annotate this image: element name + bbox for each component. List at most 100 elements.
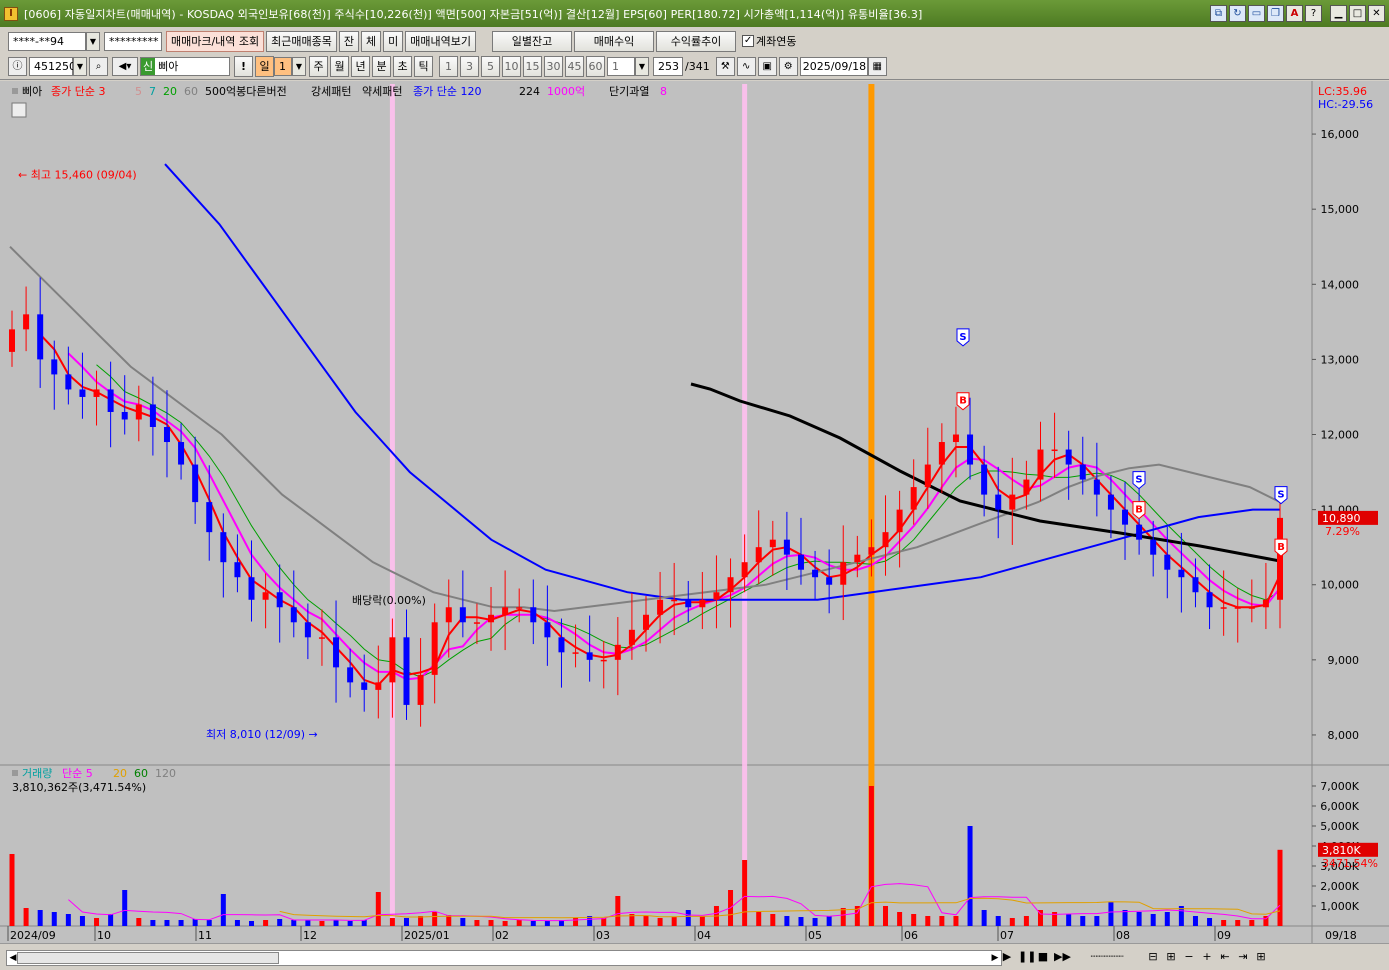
password-input[interactable]: ********* [104,31,162,51]
minute-5-button[interactable]: 5 [481,56,500,77]
stock-name-field[interactable]: 신 삐아 [140,57,230,76]
volume-bar [403,918,409,926]
trade-mark-query-button[interactable]: 매매마크/내역 조회 [166,30,265,52]
minute-15-button[interactable]: 15 [523,56,542,77]
balance-button[interactable]: 잔 [338,30,360,52]
tools-icon[interactable]: ⚒ [715,57,735,76]
candle-body [290,607,297,623]
volume-current-value: 3,810,362주(3,471.54%) [12,781,146,794]
expand-icon[interactable]: ⇥ [1236,949,1250,965]
tab-return-trend[interactable]: 수익률추이 [656,30,737,52]
minute-10-button[interactable]: 10 [502,56,521,77]
link-window-icon[interactable]: ⧉ [1210,5,1227,22]
account-link-checkbox[interactable]: ✓ 계좌연동 [742,33,797,49]
volume-bar [291,920,297,926]
date-input[interactable]: 2025/09/18 [799,57,868,76]
zoom-out-icon[interactable]: ⊟ [1146,949,1160,965]
stock-chart[interactable]: ← 최고 15,460 (09/04) 최저 8,010 (12/09) → 배당락… [0,81,1389,943]
code-lookup-icon[interactable]: ⓘ [8,57,27,76]
volume-bar [756,912,762,926]
candle-body [1136,524,1143,540]
calendar-icon[interactable]: ▦ [867,57,887,76]
maximize-button[interactable]: □ [1349,5,1366,22]
period-month-button[interactable]: 월 [330,56,349,77]
plus-icon[interactable]: + [1200,949,1214,965]
period-week-button[interactable]: 주 [309,56,328,77]
candle-body [826,577,833,585]
minimize-button[interactable]: ▁ [1330,5,1347,22]
speed-slider[interactable]: ┈┈┈┈┈ [1072,949,1142,965]
fast-forward-icon[interactable]: ▶▶ [1054,949,1071,965]
help-icon[interactable]: ? [1305,5,1322,22]
tab-daily-balance[interactable]: 일별잔고 [492,30,573,52]
candle-body [1178,569,1185,578]
period-dropdown-icon[interactable]: ▼ [292,57,306,76]
tab-trade-profit[interactable]: 매매수익 [574,30,655,52]
event-band-pink [389,84,395,926]
copy-icon[interactable]: ❐ [1267,5,1284,22]
x-tick-label: 08 [1116,929,1130,942]
minute-45-button[interactable]: 45 [565,56,584,77]
settings-icon[interactable]: ⚙ [778,57,798,76]
pause-icon[interactable]: ❚❚ [1018,949,1036,965]
period-minute-button[interactable]: 분 [372,56,391,77]
play-icon[interactable]: ▶ [1000,949,1014,965]
period-day-button[interactable]: 일 [255,56,274,77]
grid-toggle-icon [11,102,27,118]
minus-icon[interactable]: − [1182,949,1196,965]
zoom-in-icon[interactable]: ⊞ [1164,949,1178,965]
stop-icon[interactable]: ■ [1036,949,1050,965]
alert-button[interactable]: ! [234,56,253,77]
candle-body [981,464,988,495]
candle-body [558,637,565,653]
shrink-icon[interactable]: ⇤ [1218,949,1232,965]
chart-scrollbar[interactable]: ◀ ▶ ▶ ❚❚ ■ ▶▶ ┈┈┈┈┈ ⊟ ⊞ − + ⇤ ⇥ ⊞ [0,943,1389,970]
recent-trades-button[interactable]: 최근매매종목 [266,30,337,52]
bar-count-input[interactable]: 253 [653,57,683,76]
volume-bar [573,918,579,926]
candle-body [276,592,283,608]
minute-dropdown-icon[interactable]: ▼ [635,57,649,76]
account-input[interactable]: ****-**94 [8,31,86,51]
price-legend-item: 60 [184,85,198,98]
price-legend-item: 약세패턴 [362,84,402,98]
volume-tick-label: 2,000K [1320,880,1359,893]
executed-button[interactable]: 체 [361,30,382,52]
period-tick-button[interactable]: 틱 [414,56,433,77]
period-value-input[interactable]: 1 [274,57,292,76]
minute-3-button[interactable]: 3 [460,56,479,77]
scroll-thumb[interactable] [17,952,279,964]
close-button[interactable]: ✕ [1368,5,1385,22]
candle-body [361,682,368,690]
period-second-button[interactable]: 초 [393,56,412,77]
code-dropdown-icon[interactable]: ▼ [73,57,87,76]
minute-60-button[interactable]: 60 [586,56,605,77]
candle-body [924,464,931,488]
chart-area[interactable]: ← 최고 15,460 (09/04) 최저 8,010 (12/09) → 배당락… [0,81,1389,943]
screen-icon[interactable]: ▭ [1248,5,1265,22]
account-dropdown-icon[interactable]: ▼ [86,31,100,51]
layout-icon[interactable]: ⊞ [1254,949,1268,965]
volume-bar [375,892,381,926]
scroll-track[interactable]: ◀ ▶ [6,950,1002,966]
save-icon[interactable]: ▣ [757,57,777,76]
candle-body [417,674,424,705]
minute-value-input[interactable]: 1 [607,57,635,76]
volume-bar [502,921,508,926]
minute-30-button[interactable]: 30 [544,56,563,77]
indicator-icon[interactable]: ∿ [736,57,756,76]
period-year-button[interactable]: 년 [351,56,370,77]
candle-body [952,434,959,443]
candle-body [797,554,804,570]
font-icon[interactable]: A [1286,5,1303,22]
unfilled-button[interactable]: 미 [383,30,404,52]
candle-body [79,389,86,397]
speaker-icon[interactable]: ◀▾ [112,57,138,76]
stock-code-input[interactable]: 451250 [29,57,76,76]
search-icon[interactable]: ⌕ [89,57,108,76]
volume-bar [544,921,550,926]
view-trades-button[interactable]: 매매내역보기 [405,30,477,52]
price-legend-item: 삐아 [22,85,42,98]
minute-1-button[interactable]: 1 [439,56,458,77]
sync-icon[interactable]: ↻ [1229,5,1246,22]
